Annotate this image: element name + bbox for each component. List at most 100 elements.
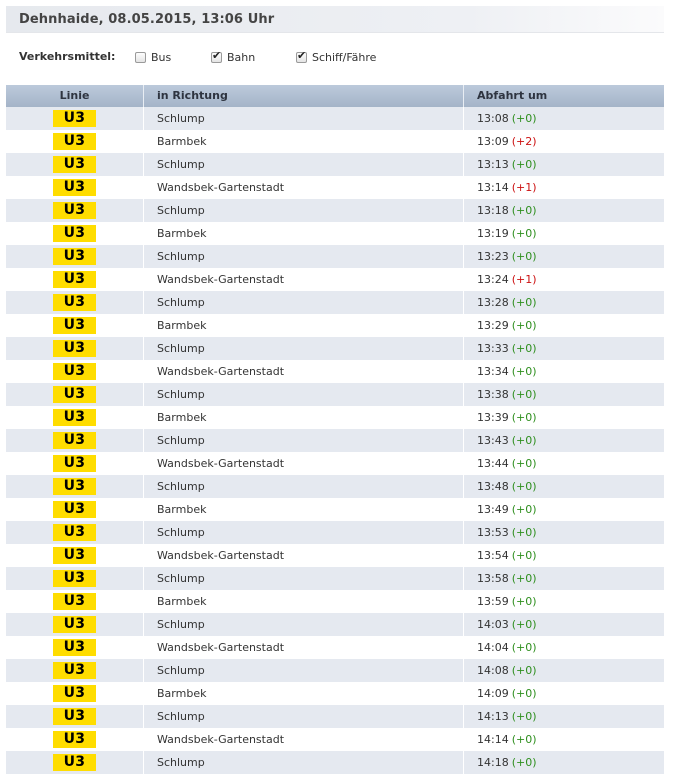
table-row[interactable]: U3 Schlump 13:38 (+0) [6,383,664,406]
direction-cell: Barmbek [144,222,464,245]
line-badge[interactable]: U3 [53,386,96,403]
delay-indicator: (+0) [511,342,537,355]
line-badge[interactable]: U3 [53,340,96,357]
line-badge[interactable]: U3 [53,317,96,334]
table-row[interactable]: U3 Barmbek 13:39 (+0) [6,406,664,429]
column-header-linie[interactable]: Linie [6,85,144,107]
schiff-faehre-checkbox[interactable]: ✔ [296,50,307,63]
line-badge[interactable]: U3 [53,202,96,219]
line-badge[interactable]: U3 [53,363,96,380]
check-icon: ✔ [212,48,222,62]
bahn-checkbox[interactable]: ✔ [211,48,222,63]
table-row[interactable]: U3 Barmbek 13:49 (+0) [6,498,664,521]
departure-time: 13:23 [477,250,509,263]
table-row[interactable]: U3 Schlump 13:13 (+0) [6,153,664,176]
direction-cell: Schlump [144,475,464,498]
table-row[interactable]: U3 Barmbek 13:29 (+0) [6,314,664,337]
line-cell: U3 [6,360,144,383]
schiff-faehre-label: Schiff/Fähre [312,50,377,64]
filter-bahn[interactable]: ✔ Bahn [211,50,255,64]
table-row[interactable]: U3 Wandsbek-Gartenstadt 13:54 (+0) [6,544,664,567]
table-row[interactable]: U3 Schlump 13:28 (+0) [6,291,664,314]
table-row[interactable]: U3 Schlump 13:53 (+0) [6,521,664,544]
line-badge[interactable]: U3 [53,225,96,242]
departure-time: 13:49 [477,503,509,516]
departure-cell: 13:23 (+0) [464,245,664,268]
departure-cell: 13:19 (+0) [464,222,664,245]
line-badge[interactable]: U3 [53,708,96,725]
table-row[interactable]: U3 Wandsbek-Gartenstadt 13:14 (+1) [6,176,664,199]
delay-indicator: (+0) [511,480,537,493]
table-row[interactable]: U3 Wandsbek-Gartenstadt 14:14 (+0) [6,728,664,751]
line-badge[interactable]: U3 [53,685,96,702]
table-row[interactable]: U3 Schlump 14:08 (+0) [6,659,664,682]
table-row[interactable]: U3 Barmbek 13:09 (+2) [6,130,664,153]
line-badge[interactable]: U3 [53,179,96,196]
line-badge[interactable]: U3 [53,133,96,150]
table-row[interactable]: U3 Schlump 14:18 (+0) [6,751,664,774]
departure-time: 13:34 [477,365,509,378]
table-body: U3 Schlump 13:08 (+0) U3 Barmbek 13:09 (+2) U3 Sc… [6,107,664,774]
column-header-abfahrt[interactable]: Abfahrt um [464,85,664,107]
departure-time: 14:13 [477,710,509,723]
departure-time: 14:08 [477,664,509,677]
line-badge[interactable]: U3 [53,248,96,265]
line-badge[interactable]: U3 [53,432,96,449]
delay-indicator: (+0) [511,296,537,309]
line-badge[interactable]: U3 [53,593,96,610]
table-row[interactable]: U3 Schlump 13:48 (+0) [6,475,664,498]
table-row[interactable]: U3 Schlump 13:23 (+0) [6,245,664,268]
line-badge[interactable]: U3 [53,570,96,587]
line-badge[interactable]: U3 [53,110,96,127]
direction-cell: Wandsbek-Gartenstadt [144,176,464,199]
line-badge[interactable]: U3 [53,547,96,564]
departure-cell: 14:03 (+0) [464,613,664,636]
line-badge[interactable]: U3 [53,501,96,518]
line-badge[interactable]: U3 [53,731,96,748]
table-row[interactable]: U3 Schlump 14:03 (+0) [6,613,664,636]
table-row[interactable]: U3 Schlump 13:08 (+0) [6,107,664,130]
table-row[interactable]: U3 Schlump 13:33 (+0) [6,337,664,360]
table-row[interactable]: U3 Schlump 14:13 (+0) [6,705,664,728]
departure-cell: 13:24 (+1) [464,268,664,291]
departure-time: 14:03 [477,618,509,631]
departure-cell: 13:59 (+0) [464,590,664,613]
direction-cell: Schlump [144,245,464,268]
line-badge[interactable]: U3 [53,616,96,633]
table-row[interactable]: U3 Schlump 13:58 (+0) [6,567,664,590]
departure-cell: 13:53 (+0) [464,521,664,544]
line-badge[interactable]: U3 [53,271,96,288]
line-badge[interactable]: U3 [53,662,96,679]
departure-cell: 14:09 (+0) [464,682,664,705]
filter-bus[interactable]: Bus [135,50,171,64]
line-badge[interactable]: U3 [53,455,96,472]
departure-time: 14:18 [477,756,509,769]
departure-cell: 13:14 (+1) [464,176,664,199]
table-row[interactable]: U3 Barmbek 13:19 (+0) [6,222,664,245]
line-badge[interactable]: U3 [53,478,96,495]
table-row[interactable]: U3 Wandsbek-Gartenstadt 14:04 (+0) [6,636,664,659]
bus-checkbox[interactable] [135,51,146,63]
table-row[interactable]: U3 Wandsbek-Gartenstadt 13:24 (+1) [6,268,664,291]
line-cell: U3 [6,475,144,498]
table-row[interactable]: U3 Wandsbek-Gartenstadt 13:44 (+0) [6,452,664,475]
filter-schiff-faehre[interactable]: ✔ Schiff/Fähre [296,50,376,64]
table-row[interactable]: U3 Wandsbek-Gartenstadt 13:34 (+0) [6,360,664,383]
line-badge[interactable]: U3 [53,639,96,656]
direction-cell: Schlump [144,521,464,544]
departure-time: 13:29 [477,319,509,332]
line-badge[interactable]: U3 [53,294,96,311]
line-badge[interactable]: U3 [53,156,96,173]
table-row[interactable]: U3 Barmbek 14:09 (+0) [6,682,664,705]
line-cell: U3 [6,406,144,429]
line-badge[interactable]: U3 [53,409,96,426]
departure-time: 13:19 [477,227,509,240]
table-row[interactable]: U3 Schlump 13:43 (+0) [6,429,664,452]
table-row[interactable]: U3 Barmbek 13:59 (+0) [6,590,664,613]
column-header-richtung[interactable]: in Richtung [144,85,464,107]
departure-cell: 13:08 (+0) [464,107,664,130]
line-badge[interactable]: U3 [53,524,96,541]
table-row[interactable]: U3 Schlump 13:18 (+0) [6,199,664,222]
line-badge[interactable]: U3 [53,754,96,771]
direction-cell: Schlump [144,659,464,682]
